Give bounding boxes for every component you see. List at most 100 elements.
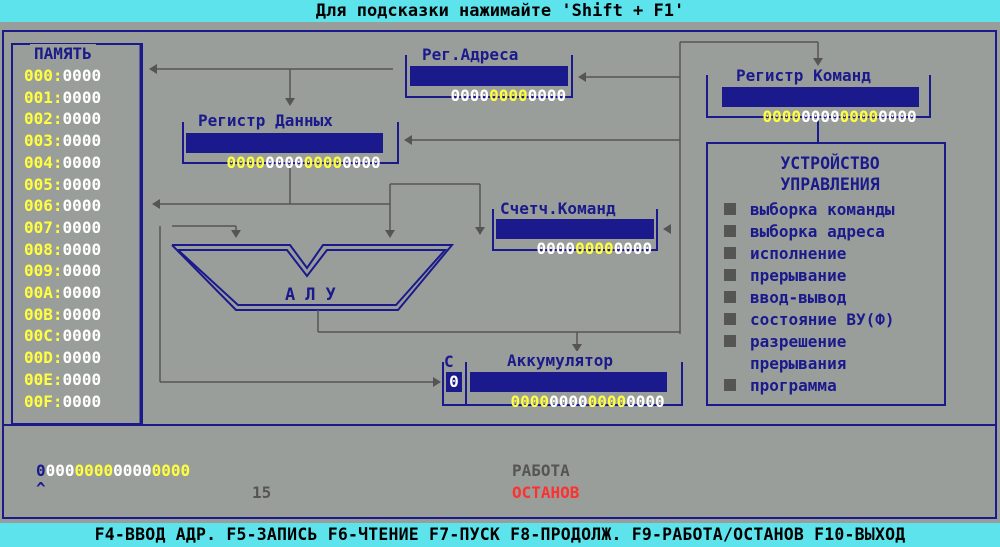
memory-separator: : [52,174,63,194]
data-register-nibble: 0000 [342,153,381,172]
carry-flag-value[interactable]: 0 [446,372,462,392]
memory-address: 001 [24,87,53,107]
memory-address: 009 [24,261,53,281]
input-nibble: 0000 [74,461,114,480]
program-counter-value[interactable]: 000000000000 [496,219,655,258]
state-indicator-icon [724,225,736,237]
address-register-nibble: 0000 [489,86,528,105]
data-register-nibble: 0000 [265,153,304,172]
address-register-nibble: 0000 [527,86,567,105]
memory-address: 00D [24,348,53,368]
control-unit-state: ввод-вывод [724,287,895,309]
memory-cell[interactable]: 004:0000 [24,152,101,174]
control-unit-state-label: программа [750,376,837,395]
memory-address: 006 [24,196,53,216]
memory-cell[interactable]: 006:0000 [24,195,101,217]
state-indicator-icon [724,203,736,215]
state-indicator-icon [724,313,736,325]
memory-separator: : [52,152,63,172]
memory-title: ПАМЯТЬ [30,44,96,64]
memory-cell[interactable]: 000:0000 [24,65,101,87]
control-unit-state-label: исполнение [750,244,847,263]
memory-cell[interactable]: 00B:0000 [24,304,101,326]
state-indicator-icon [724,269,736,281]
memory-list: 000:0000 001:0000 002:0000 003:0000 004:0000… [24,65,101,412]
control-unit-title-line: УСТРОЙСТВО [780,154,880,173]
memory-value: 0000 [62,174,102,194]
control-unit-state-label: выборка адреса [750,222,885,241]
input-nibble: 000 [45,461,75,480]
instruction-register-nibble: 0000 [762,107,802,126]
memory-separator: : [52,261,63,281]
memory-cell[interactable]: 001:0000 [24,87,101,109]
carry-flag-label: C [444,352,454,372]
memory-value: 0000 [62,239,102,259]
input-value-line[interactable]: 0000000000000000 [36,461,190,480]
control-unit-state: состояние ВУ(Ф) [724,309,895,331]
memory-separator: : [52,283,63,303]
instruction-register-value[interactable]: 0000000000000000 [722,87,919,126]
memory-address: 00C [24,326,53,346]
memory-cell[interactable]: 00D:0000 [24,347,101,369]
memory-cell[interactable]: 00A:0000 [24,282,101,304]
memory-address: 007 [24,217,53,237]
instruction-register-nibble: 0000 [878,107,917,126]
accumulator-nibble: 0000 [510,392,550,411]
memory-cell[interactable]: 009:0000 [24,260,101,282]
address-register-value[interactable]: 000000000000 [410,66,569,105]
program-counter-nibble: 0000 [613,239,653,258]
memory-separator: : [52,66,63,85]
data-register-nibble: 0000 [303,153,343,172]
mode-stop-label: ОСТАНОВ [512,483,580,502]
input-caret: ^ [36,479,46,498]
input-nibble: 0000 [113,461,152,480]
state-indicator-icon [724,379,736,391]
memory-cell[interactable]: 003:0000 [24,130,101,152]
control-unit-state-label: выборка команды [750,200,895,219]
control-unit-state-label: состояние ВУ(Ф) [750,310,895,329]
control-unit-state: выборка адреса [724,221,895,243]
alu-label: АЛУ [285,285,346,305]
control-unit-state: исполнение [724,243,895,265]
memory-cell[interactable]: 00F:0000 [24,391,101,413]
emulator-screen: Для подсказки нажимайте 'Shift + F1' ПАМ… [0,0,1000,547]
instruction-register-title: Регистр Команд [732,66,875,86]
function-key-bar[interactable]: F4-ВВОД АДР. F5-ЗАПИСЬ F6-ЧТЕНИЕ F7-ПУСК… [0,523,1000,547]
program-counter-nibble: 0000 [536,239,576,258]
program-counter-nibble: 0000 [575,239,614,258]
accumulator-value[interactable]: 0000000000000000 [470,372,667,411]
address-register-nibble: 0000 [450,86,490,105]
memory-separator: : [52,131,63,151]
memory-cell[interactable]: 005:0000 [24,174,101,196]
control-unit-states: выборка команды выборка адреса исполнение п… [724,199,895,397]
memory-address: 00A [24,283,53,303]
memory-cell[interactable]: 00C:0000 [24,325,101,347]
memory-cell[interactable]: 007:0000 [24,217,101,239]
memory-value: 0000 [62,304,102,324]
memory-value: 0000 [62,348,102,368]
data-register-value[interactable]: 0000000000000000 [186,133,383,172]
control-unit-state-label: прерывание [750,266,847,285]
accumulator-nibble: 0000 [626,392,665,411]
memory-value: 0000 [62,196,102,216]
memory-address: 004 [24,152,53,172]
memory-cell[interactable]: 00E:0000 [24,369,101,391]
memory-value: 0000 [62,66,102,85]
mode-run-label: РАБОТА [512,461,570,480]
program-counter-title: Счетч.Команд [496,199,620,219]
memory-value: 0000 [62,369,102,389]
control-unit-title-line: УПРАВЛЕНИЯ [780,175,880,194]
memory-value: 0000 [62,109,102,129]
cursor-position: 15 [252,483,272,502]
memory-separator: : [52,239,63,259]
state-indicator-icon [724,247,736,259]
memory-cell[interactable]: 008:0000 [24,239,101,261]
memory-address: 008 [24,239,53,259]
memory-value: 0000 [62,152,102,172]
memory-address: 000 [24,66,53,85]
memory-address: 003 [24,131,53,151]
memory-cell[interactable]: 002:0000 [24,108,101,130]
input-cursor-digit: 0 [36,461,46,480]
state-indicator-icon [724,335,736,347]
accumulator-nibble: 0000 [587,392,627,411]
